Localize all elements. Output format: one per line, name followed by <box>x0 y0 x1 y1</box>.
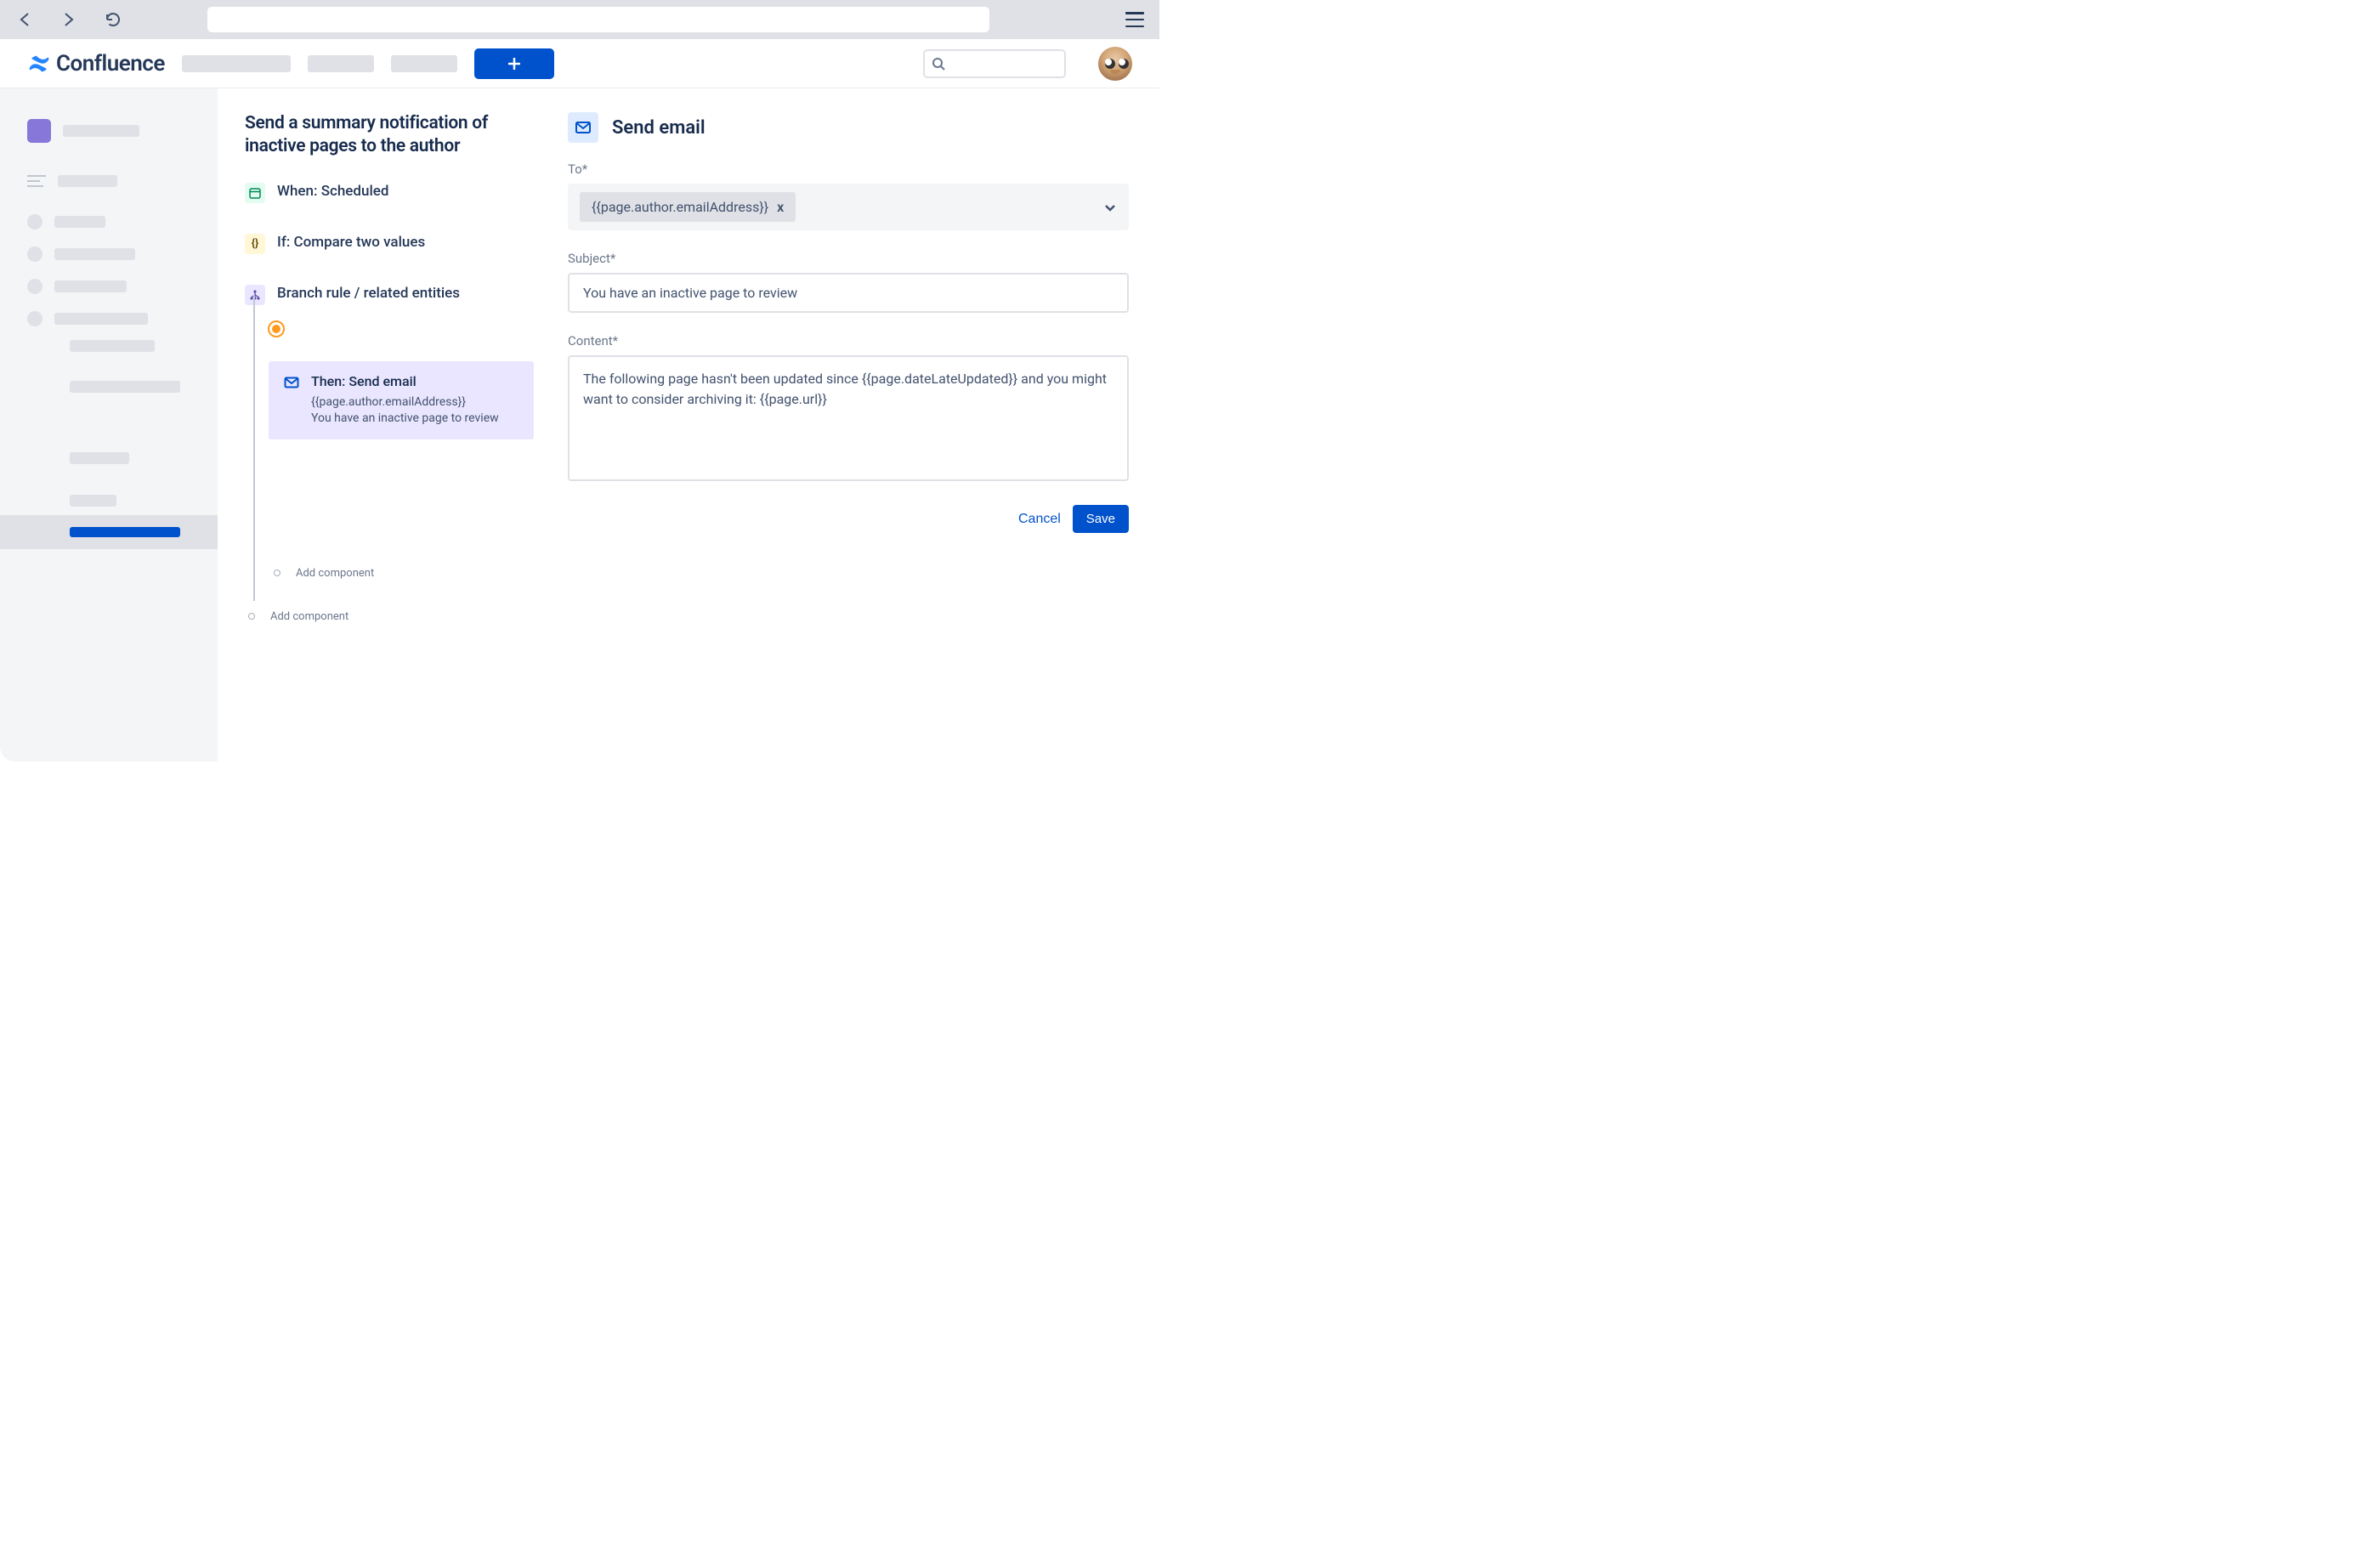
back-icon[interactable] <box>15 10 34 29</box>
add-component-label: Add component <box>270 610 348 623</box>
sidebar-dot <box>27 311 42 326</box>
step-branch-label: Branch rule / related entities <box>277 285 460 302</box>
main: Send a summary notification of inactive … <box>218 88 1159 762</box>
calendar-icon <box>245 183 265 203</box>
sidebar-placeholder <box>70 340 155 352</box>
logo-text: Confluence <box>56 51 165 76</box>
content-label: Content* <box>568 333 1129 348</box>
step-then-line2: You have an inactive page to review <box>311 411 518 428</box>
confluence-logo[interactable]: Confluence <box>27 51 165 76</box>
browser-nav <box>15 10 122 29</box>
url-bar[interactable] <box>207 7 989 32</box>
sidebar-placeholder <box>58 175 117 187</box>
plus-icon <box>506 55 523 72</box>
form-actions: Cancel Save <box>568 505 1129 533</box>
step-when[interactable]: When: Scheduled <box>245 183 534 203</box>
to-chip: {{page.author.emailAddress}} x <box>580 192 796 222</box>
step-if-label: If: Compare two values <box>277 234 425 251</box>
rule-column: Send a summary notification of inactive … <box>245 112 534 738</box>
step-then-card[interactable]: Then: Send email {{page.author.emailAddr… <box>269 361 534 439</box>
to-chip-text: {{page.author.emailAddress}} <box>592 199 768 215</box>
sidebar-placeholder <box>54 313 148 325</box>
avatar[interactable] <box>1098 47 1132 81</box>
create-button[interactable] <box>474 48 554 79</box>
forward-icon[interactable] <box>60 10 78 29</box>
nav-item-placeholder[interactable] <box>391 55 457 72</box>
add-component-label: Add component <box>296 567 374 580</box>
sidebar-placeholder <box>54 248 135 260</box>
menu-icon[interactable] <box>1125 12 1144 27</box>
remove-chip-button[interactable]: x <box>777 199 784 215</box>
config-panel: Send email To* {{page.author.emailAddres… <box>568 112 1129 738</box>
sidebar-placeholder <box>70 381 180 393</box>
content-textarea[interactable] <box>568 355 1129 481</box>
sidebar-active-label <box>70 527 180 537</box>
add-dot-icon <box>274 570 280 576</box>
mail-icon <box>284 375 299 390</box>
sidebar-dot <box>27 214 42 230</box>
step-branch[interactable]: Branch rule / related entities <box>245 285 534 305</box>
search-icon <box>932 57 945 71</box>
sidebar-placeholder <box>70 495 116 507</box>
sidebar-placeholder <box>70 452 129 464</box>
branch-icon <box>245 285 265 305</box>
sidebar-placeholder <box>54 280 127 292</box>
search-input[interactable] <box>923 49 1066 78</box>
app-window: Confluence Sen <box>0 0 1159 762</box>
cancel-button[interactable]: Cancel <box>1018 512 1061 527</box>
active-node-icon <box>268 320 285 337</box>
nav-item-placeholder[interactable] <box>308 55 374 72</box>
config-header: Send email <box>568 112 1129 143</box>
save-button[interactable]: Save <box>1073 505 1129 533</box>
sidebar-placeholder <box>54 216 105 228</box>
step-then-line1: {{page.author.emailAddress}} <box>311 394 518 411</box>
browser-chrome <box>0 0 1159 39</box>
nav-item-placeholder[interactable] <box>182 55 291 72</box>
sidebar-active-item[interactable] <box>0 515 218 549</box>
overview-icon <box>27 175 46 187</box>
to-label: To* <box>568 162 1129 177</box>
reload-icon[interactable] <box>104 10 122 29</box>
sidebar-placeholder <box>63 125 139 137</box>
sidebar <box>0 88 218 762</box>
mail-icon <box>568 112 598 143</box>
to-field[interactable]: {{page.author.emailAddress}} x <box>568 184 1129 230</box>
space-icon <box>27 119 51 143</box>
rule-title: Send a summary notification of inactive … <box>245 112 534 159</box>
config-title: Send email <box>612 117 706 139</box>
sidebar-dot <box>27 246 42 262</box>
sidebar-dot <box>27 279 42 294</box>
subject-label: Subject* <box>568 251 1129 266</box>
braces-icon: {} <box>245 234 265 254</box>
body: Send a summary notification of inactive … <box>0 88 1159 762</box>
subject-input[interactable] <box>568 273 1129 313</box>
add-dot-icon <box>248 613 255 620</box>
step-when-label: When: Scheduled <box>277 183 388 200</box>
branch-children: Then: Send email {{page.author.emailAddr… <box>277 320 534 580</box>
topbar: Confluence <box>0 39 1159 88</box>
add-component-outer[interactable]: Add component <box>248 610 534 623</box>
chevron-down-icon[interactable] <box>1103 201 1117 214</box>
step-if[interactable]: {} If: Compare two values <box>245 234 534 254</box>
add-component-inner[interactable]: Add component <box>274 567 534 580</box>
step-then-title: Then: Send email <box>311 373 518 389</box>
